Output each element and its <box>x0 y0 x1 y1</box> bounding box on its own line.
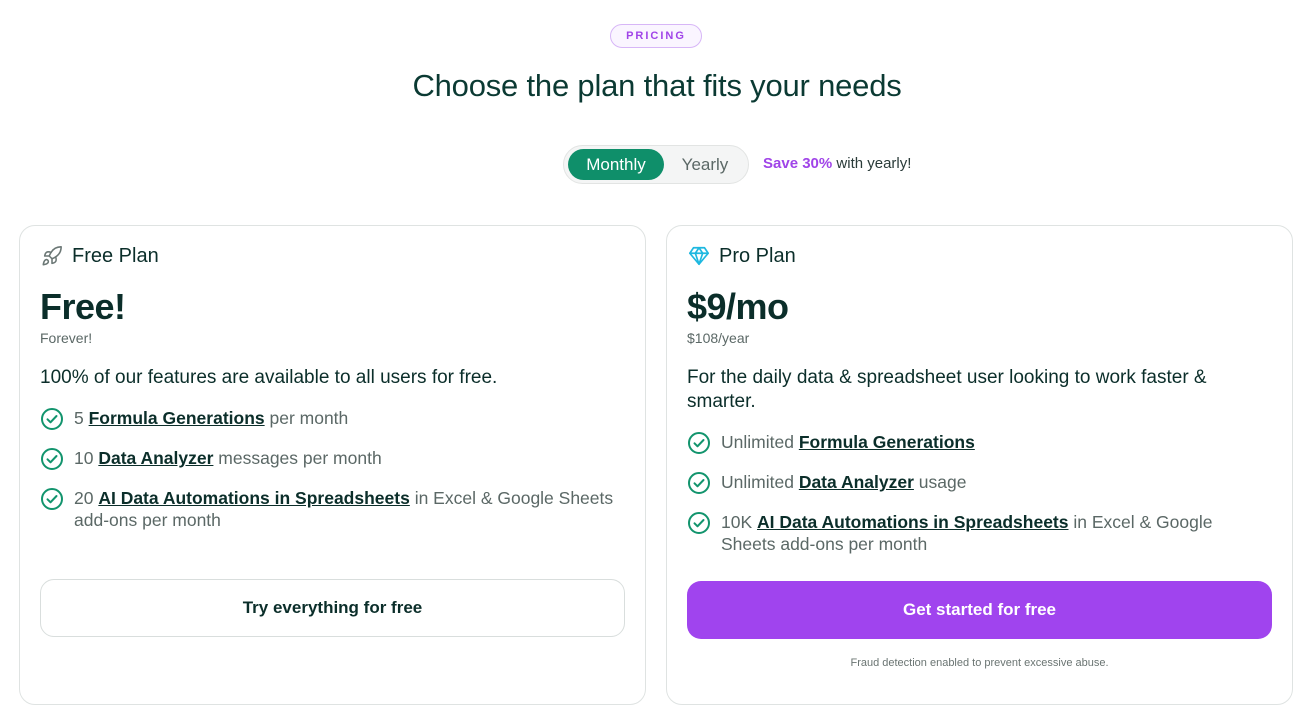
try-free-button[interactable]: Try everything for free <box>40 579 625 637</box>
check-circle-icon <box>41 488 63 510</box>
feature-item: Unlimited Data Analyzer usage <box>687 471 1267 495</box>
feature-item: 20 AI Data Automations in Spreadsheets i… <box>40 487 620 531</box>
feature-text: 20 AI Data Automations in Spreadsheets i… <box>74 487 620 531</box>
plan-header: Pro Plan <box>687 244 796 268</box>
plan-name: Pro Plan <box>719 244 796 267</box>
feature-suffix: messages per month <box>213 448 382 468</box>
feature-text: Unlimited Data Analyzer usage <box>721 471 966 493</box>
feature-item: 5 Formula Generations per month <box>40 407 620 431</box>
save-highlight: Save 30% <box>763 155 833 172</box>
check-circle-icon <box>41 408 63 430</box>
feature-item: 10K AI Data Automations in Spreadsheets … <box>687 511 1267 555</box>
feature-suffix: per month <box>264 408 349 428</box>
billing-toggle: Monthly Yearly <box>563 145 749 184</box>
plan-name: Free Plan <box>72 244 159 267</box>
fraud-notice: Fraud detection enabled to prevent exces… <box>850 657 1109 669</box>
feature-prefix: 10K <box>721 512 757 532</box>
plan-price-sub: $108/year <box>687 330 750 346</box>
plan-description: For the daily data & spreadsheet user lo… <box>687 367 1207 412</box>
feature-link[interactable]: Data Analyzer <box>799 472 914 492</box>
feature-prefix: 10 <box>74 448 99 468</box>
toggle-yearly[interactable]: Yearly <box>668 149 742 180</box>
plan-price: Free! <box>40 286 126 327</box>
feature-suffix: usage <box>913 472 967 492</box>
feature-prefix: 5 <box>74 408 89 428</box>
pro-plan-card: Pro Plan $9/mo $108/year For the daily d… <box>666 225 1293 705</box>
save-note-rest: with yearly! <box>832 155 912 172</box>
feature-prefix: Unlimited <box>721 472 799 492</box>
feature-text: 5 Formula Generations per month <box>74 407 348 429</box>
feature-link[interactable]: AI Data Automations in Spreadsheets <box>98 488 410 508</box>
save-note: Save 30% with yearly! <box>763 155 911 172</box>
plan-price: $9/mo <box>687 286 789 327</box>
plan-header: Free Plan <box>40 244 159 268</box>
check-circle-icon <box>688 432 710 454</box>
feature-link[interactable]: AI Data Automations in Spreadsheets <box>757 512 1069 532</box>
feature-link[interactable]: Data Analyzer <box>98 448 213 468</box>
rocket-icon <box>40 244 64 268</box>
check-circle-icon <box>688 512 710 534</box>
get-started-button[interactable]: Get started for free <box>687 581 1272 639</box>
feature-text: 10K AI Data Automations in Spreadsheets … <box>721 511 1267 555</box>
feature-list: 5 Formula Generations per month 10 Data … <box>40 407 620 547</box>
page-title: Choose the plan that fits your needs <box>412 68 902 103</box>
feature-list: Unlimited Formula Generations Unlimited … <box>687 431 1267 571</box>
feature-prefix: Unlimited <box>721 432 799 452</box>
pricing-badge: PRICING <box>610 24 702 48</box>
feature-link[interactable]: Formula Generations <box>799 432 975 452</box>
diamond-icon <box>687 244 711 268</box>
feature-link[interactable]: Formula Generations <box>89 408 265 428</box>
feature-prefix: 20 <box>74 488 99 508</box>
toggle-monthly[interactable]: Monthly <box>568 149 664 180</box>
feature-text: Unlimited Formula Generations <box>721 431 975 453</box>
feature-item: 10 Data Analyzer messages per month <box>40 447 620 471</box>
plan-description: 100% of our features are available to al… <box>40 367 498 388</box>
feature-text: 10 Data Analyzer messages per month <box>74 447 382 469</box>
check-circle-icon <box>688 472 710 494</box>
check-circle-icon <box>41 448 63 470</box>
free-plan-card: Free Plan Free! Forever! 100% of our fea… <box>19 225 646 705</box>
plan-price-sub: Forever! <box>40 330 93 346</box>
feature-item: Unlimited Formula Generations <box>687 431 1267 455</box>
